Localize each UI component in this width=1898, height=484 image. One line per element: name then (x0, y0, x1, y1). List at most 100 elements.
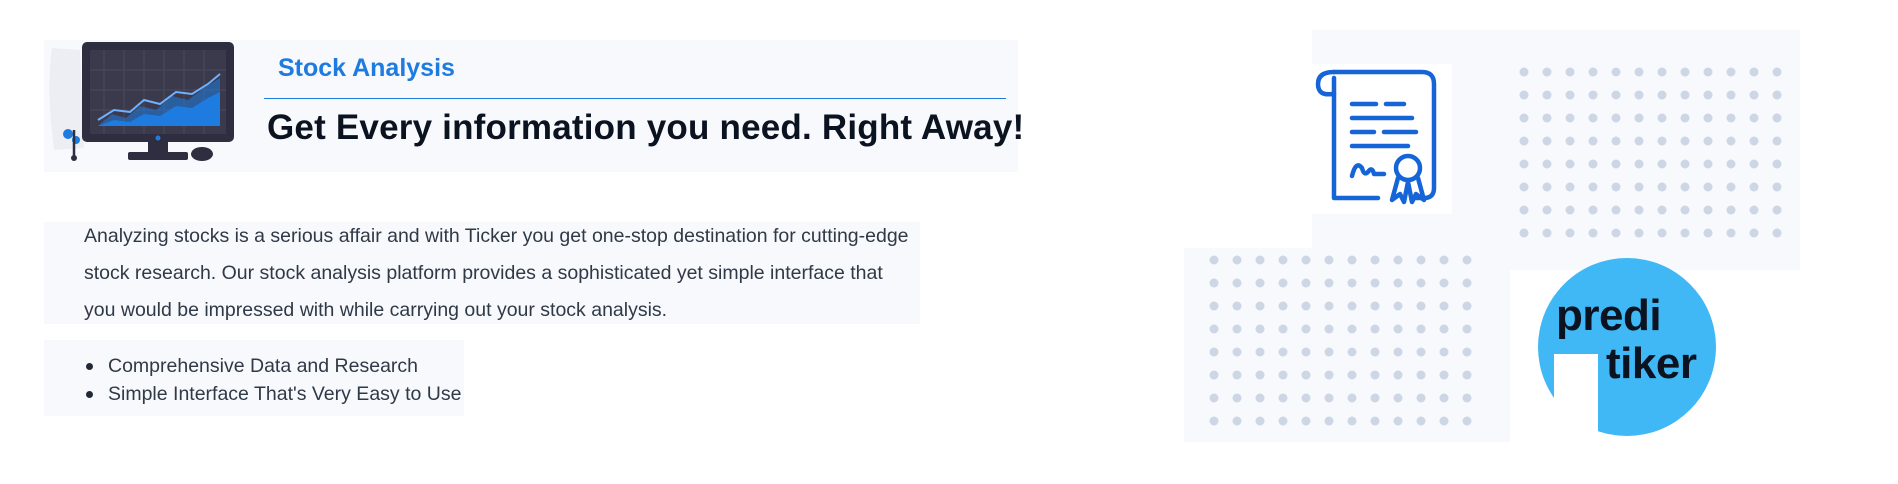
pattern-dot (1611, 228, 1621, 238)
pattern-dot (1749, 113, 1759, 123)
pattern-dot (1324, 416, 1334, 426)
pattern-dot (1301, 416, 1311, 426)
pattern-dot (1657, 90, 1667, 100)
pattern-dot (1255, 324, 1265, 334)
pattern-dot (1416, 347, 1426, 357)
pattern-dot (1255, 347, 1265, 357)
pattern-dot (1542, 205, 1552, 215)
pattern-dot (1634, 90, 1644, 100)
pattern-dot (1232, 393, 1242, 403)
pattern-dot (1726, 205, 1736, 215)
pattern-dot (1209, 278, 1219, 288)
pattern-dot (1749, 136, 1759, 146)
pattern-dot (1611, 90, 1621, 100)
pattern-dot (1703, 228, 1713, 238)
pattern-dot (1462, 255, 1472, 265)
pattern-dot (1370, 370, 1380, 380)
pattern-dot (1209, 393, 1219, 403)
pattern-dot (1347, 416, 1357, 426)
pattern-dot (1680, 182, 1690, 192)
certificate-icon (1312, 64, 1452, 214)
header-divider (264, 98, 1006, 99)
pattern-dot (1634, 67, 1644, 77)
pattern-dot (1209, 347, 1219, 357)
pattern-dot (1347, 301, 1357, 311)
pattern-dot (1726, 90, 1736, 100)
pattern-dot (1565, 205, 1575, 215)
pattern-dot (1370, 301, 1380, 311)
pattern-dot (1749, 159, 1759, 169)
pattern-dot (1209, 301, 1219, 311)
pattern-dot (1370, 255, 1380, 265)
pattern-dot (1393, 347, 1403, 357)
pattern-dot (1726, 182, 1736, 192)
pattern-dot (1588, 205, 1598, 215)
pattern-dot (1278, 393, 1288, 403)
pattern-dot (1772, 90, 1782, 100)
pattern-dot (1703, 67, 1713, 77)
pattern-dot (1439, 324, 1449, 334)
pattern-dot (1680, 228, 1690, 238)
pattern-dot (1611, 67, 1621, 77)
pattern-dot (1324, 393, 1334, 403)
pattern-dot (1370, 347, 1380, 357)
pattern-dot (1519, 67, 1529, 77)
monitor-chart-illustration (49, 42, 234, 161)
pattern-dot (1301, 347, 1311, 357)
pattern-dot (1324, 278, 1334, 288)
pattern-dot (1370, 416, 1380, 426)
pattern-dot (1565, 90, 1575, 100)
pattern-dot (1749, 90, 1759, 100)
pattern-dot (1278, 416, 1288, 426)
pattern-dot (1542, 67, 1552, 77)
pattern-dot (1772, 136, 1782, 146)
description-paragraph: Analyzing stocks is a serious affair and… (84, 225, 909, 321)
pattern-dot (1519, 136, 1529, 146)
pattern-dot (1588, 136, 1598, 146)
logo-wordmark: predi tiker (1556, 292, 1697, 388)
pattern-dot (1772, 182, 1782, 192)
pattern-dot (1611, 136, 1621, 146)
pattern-dot (1255, 301, 1265, 311)
list-item: Comprehensive Data and Research (84, 352, 461, 380)
pattern-dot (1416, 416, 1426, 426)
pattern-dot (1634, 136, 1644, 146)
pattern-dot (1634, 205, 1644, 215)
pattern-dot (1519, 205, 1529, 215)
pattern-dot (1416, 278, 1426, 288)
pattern-dot (1393, 324, 1403, 334)
pattern-dot (1772, 159, 1782, 169)
pattern-dot (1393, 301, 1403, 311)
pattern-dot (1749, 228, 1759, 238)
pattern-dot (1232, 278, 1242, 288)
pattern-dot (1749, 67, 1759, 77)
pattern-dot (1588, 159, 1598, 169)
pattern-dot (1393, 278, 1403, 288)
pattern-dot (1439, 370, 1449, 380)
pattern-dot (1611, 113, 1621, 123)
pattern-dot (1726, 228, 1736, 238)
pattern-dot (1301, 393, 1311, 403)
pattern-dot (1542, 113, 1552, 123)
pattern-dot (1324, 324, 1334, 334)
pattern-dot (1588, 67, 1598, 77)
pattern-dot (1565, 228, 1575, 238)
pattern-dot (1232, 370, 1242, 380)
pattern-dot (1255, 416, 1265, 426)
pattern-dot (1232, 416, 1242, 426)
pattern-dot (1209, 370, 1219, 380)
pattern-dot (1680, 136, 1690, 146)
pattern-dot (1726, 136, 1736, 146)
list-item: Simple Interface That's Very Easy to Use (84, 380, 461, 408)
pattern-dot (1542, 90, 1552, 100)
pattern-dot (1347, 255, 1357, 265)
pattern-dot (1749, 182, 1759, 192)
feature-list: Comprehensive Data and Research Simple I… (84, 352, 461, 408)
pattern-dot (1462, 278, 1472, 288)
pattern-dot (1209, 416, 1219, 426)
pattern-dot (1416, 255, 1426, 265)
pattern-dot (1462, 416, 1472, 426)
pattern-dot (1416, 370, 1426, 380)
pattern-dot (1462, 393, 1472, 403)
pattern-dot (1232, 255, 1242, 265)
